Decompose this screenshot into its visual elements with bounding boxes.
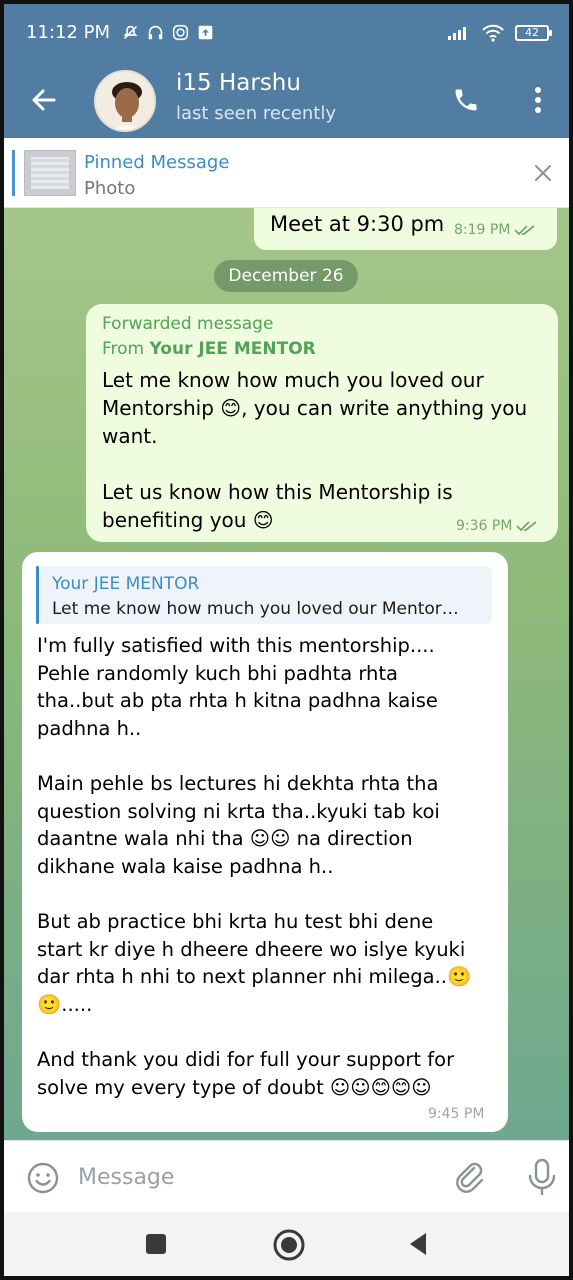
call-button[interactable] bbox=[446, 80, 486, 120]
double-check-icon bbox=[514, 225, 535, 236]
battery-icon: 42 bbox=[515, 25, 552, 41]
instagram-icon bbox=[172, 24, 189, 41]
forwarded-from-name: Your JEE MENTOR bbox=[149, 339, 316, 359]
message-input[interactable] bbox=[78, 1159, 438, 1195]
unpin-button[interactable] bbox=[530, 160, 556, 186]
system-navigation-bar bbox=[4, 1212, 569, 1276]
message-time: 9:36 PM bbox=[456, 518, 513, 534]
wifi-icon bbox=[482, 24, 504, 42]
incoming-message[interactable]: Your JEE MENTOR Let me know how much you… bbox=[22, 552, 508, 1132]
forwarded-message[interactable]: Forwarded message From Your JEE MENTOR L… bbox=[86, 304, 558, 542]
chat-header: i15 Harshu last seen recently bbox=[4, 62, 569, 138]
more-vertical-icon bbox=[535, 87, 541, 113]
message-composer bbox=[4, 1140, 569, 1212]
microphone-icon[interactable] bbox=[524, 1157, 560, 1197]
double-check-icon bbox=[516, 521, 537, 532]
status-icons-left bbox=[122, 24, 214, 41]
back-button[interactable] bbox=[22, 78, 66, 122]
reply-quote-author: Your JEE MENTOR bbox=[52, 574, 200, 594]
more-options-button[interactable] bbox=[520, 80, 556, 120]
paperclip-icon[interactable] bbox=[452, 1159, 488, 1195]
forwarded-label: Forwarded message bbox=[102, 314, 274, 334]
chat-title: i15 Harshu bbox=[176, 70, 301, 96]
pinned-message-bar[interactable]: Pinned Message Photo bbox=[4, 138, 569, 208]
reply-quote-text: Let me know how much you loved our Mento… bbox=[52, 599, 459, 619]
status-bar: 11:12 PM 42 bbox=[4, 4, 569, 62]
headphones-icon bbox=[148, 25, 163, 40]
message-time: 8:19 PM bbox=[454, 222, 511, 238]
outgoing-message[interactable]: Meet at 9:30 pm 8:19 PM bbox=[254, 208, 557, 250]
recent-apps-icon[interactable] bbox=[144, 1232, 168, 1256]
signal-icon bbox=[448, 27, 466, 40]
phone-frame: 11:12 PM 42 i15 Harshu last seen recentl… bbox=[0, 0, 573, 1280]
forwarded-from-prefix: From bbox=[102, 339, 150, 359]
message-meta: 9:36 PM bbox=[456, 518, 538, 534]
message-text: Meet at 9:30 pm bbox=[270, 212, 445, 236]
reply-accent-line bbox=[36, 566, 39, 624]
message-text: Let me know how much you loved our Mento… bbox=[102, 368, 528, 532]
status-time: 11:12 PM bbox=[26, 22, 110, 43]
pinned-photo-thumbnail bbox=[24, 150, 76, 196]
emoji-icon[interactable] bbox=[26, 1161, 60, 1195]
nav-back-icon[interactable] bbox=[404, 1230, 432, 1258]
close-icon bbox=[535, 165, 551, 181]
pinned-title: Pinned Message bbox=[84, 152, 230, 173]
reply-quote[interactable]: Your JEE MENTOR Let me know how much you… bbox=[36, 566, 492, 624]
home-icon[interactable] bbox=[272, 1228, 306, 1262]
status-icons-right: 42 bbox=[447, 24, 552, 42]
chat-history[interactable]: Meet at 9:30 pm 8:19 PM December 26 Forw… bbox=[4, 208, 569, 1140]
message-text: I'm fully satisfied with this mentorship… bbox=[37, 634, 472, 1099]
message-meta: 8:19 PM bbox=[454, 222, 536, 238]
avatar[interactable] bbox=[94, 70, 156, 132]
upload-icon bbox=[198, 25, 213, 40]
arrow-left-icon bbox=[32, 89, 56, 111]
message-time: 9:45 PM bbox=[428, 1106, 485, 1122]
phone-icon bbox=[455, 89, 477, 111]
profile-photo bbox=[96, 72, 154, 130]
pinned-accent-line bbox=[12, 150, 15, 196]
date-separator: December 26 bbox=[214, 260, 358, 292]
pinned-subtitle: Photo bbox=[84, 178, 136, 199]
last-seen-status: last seen recently bbox=[176, 103, 337, 124]
mute-icon bbox=[123, 25, 138, 39]
forwarded-from[interactable]: From Your JEE MENTOR bbox=[102, 339, 316, 359]
